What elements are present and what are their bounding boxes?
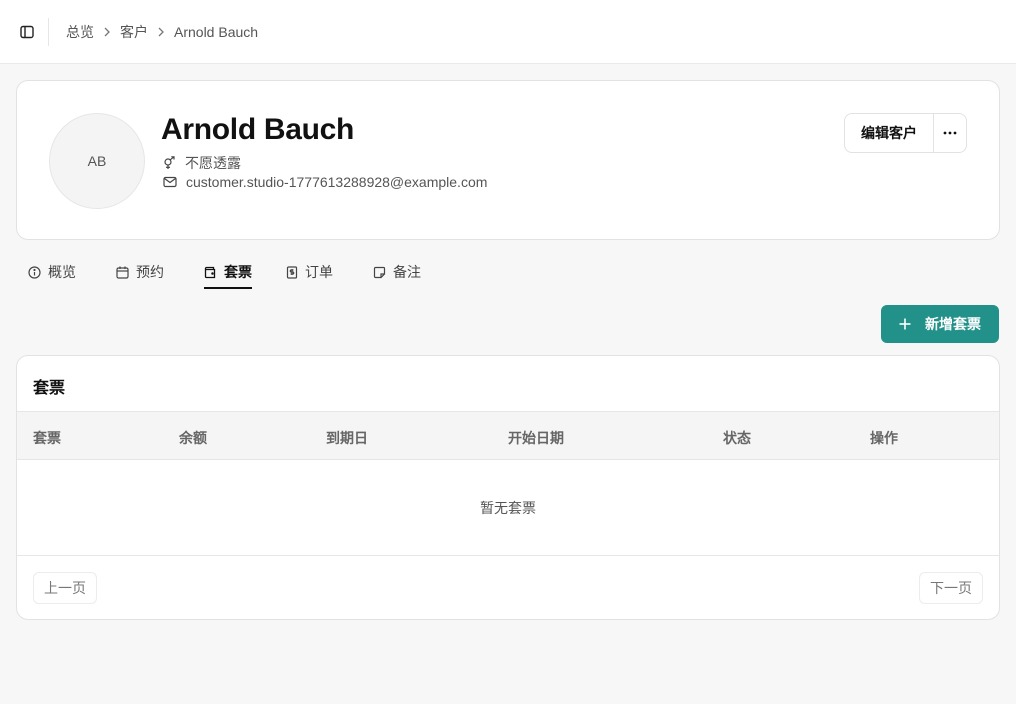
topbar-divider xyxy=(48,17,49,46)
gender-value: 不愿透露 xyxy=(185,155,241,171)
wallet-icon xyxy=(204,266,216,278)
email-row: customer.studio-1777613288928@example.co… xyxy=(163,174,487,190)
email-value: customer.studio-1777613288928@example.co… xyxy=(186,174,488,190)
empty-state: 暂无套票 xyxy=(17,460,999,556)
column-header-pass: 套票 xyxy=(33,430,61,446)
gender-row: 不愿透露 xyxy=(163,153,241,173)
tab-notes[interactable]: 备注 xyxy=(373,256,421,288)
info-icon xyxy=(28,265,41,279)
chevron-right-icon xyxy=(157,27,165,37)
sidebar-toggle-icon[interactable] xyxy=(16,21,38,43)
receipt-icon xyxy=(286,265,298,279)
tab-appointments-label: 预约 xyxy=(136,264,164,280)
gender-icon xyxy=(164,156,175,169)
calendar-icon xyxy=(116,266,129,279)
tab-orders[interactable]: 订单 xyxy=(286,256,333,288)
column-header-actions: 操作 xyxy=(870,430,898,446)
tab-overview[interactable]: 概览 xyxy=(28,256,76,288)
note-icon xyxy=(373,266,386,278)
column-header-status: 状态 xyxy=(723,430,751,446)
mail-icon xyxy=(163,176,177,188)
table-header: 套票 余额 到期日 开始日期 状态 操作 xyxy=(17,411,999,460)
prev-page-button[interactable]: 上一页 xyxy=(33,572,97,604)
top-bar: 总览 客户 Arnold Bauch xyxy=(0,0,1016,64)
breadcrumb-current: Arnold Bauch xyxy=(174,23,259,40)
chevron-right-icon xyxy=(103,27,111,37)
breadcrumb-customers[interactable]: 客户 xyxy=(120,22,148,42)
tab-appointments[interactable]: 预约 xyxy=(116,256,164,288)
tab-overview-label: 概览 xyxy=(48,264,76,280)
customer-name: Arnold Bauch xyxy=(161,113,355,146)
passes-table-card: 套票 套票 余额 到期日 开始日期 状态 操作 暂无套票 上一页 下一页 xyxy=(16,355,1000,620)
more-options-button[interactable] xyxy=(934,114,966,152)
breadcrumb: 总览 客户 Arnold Bauch xyxy=(66,22,258,42)
passes-table-title: 套票 xyxy=(33,380,66,397)
tab-orders-label: 订单 xyxy=(305,264,333,280)
customer-tabs: 概览 预约 套票 订单 备注 xyxy=(16,256,461,290)
edit-customer-button[interactable]: 编辑客户 xyxy=(845,114,934,152)
avatar: AB xyxy=(49,113,145,209)
next-page-button[interactable]: 下一页 xyxy=(919,572,983,604)
column-header-balance: 余额 xyxy=(179,430,207,446)
add-pass-button[interactable]: 新增套票 xyxy=(881,305,999,343)
column-header-start-date: 开始日期 xyxy=(508,430,564,446)
column-header-expiry: 到期日 xyxy=(326,430,368,446)
tab-notes-label: 备注 xyxy=(393,264,421,280)
breadcrumb-overview[interactable]: 总览 xyxy=(66,22,94,42)
tab-passes[interactable]: 套票 xyxy=(204,256,252,289)
add-pass-label: 新增套票 xyxy=(925,316,981,332)
more-horizontal-icon xyxy=(943,131,957,135)
plus-icon xyxy=(899,318,911,330)
tab-passes-label: 套票 xyxy=(224,264,252,280)
profile-actions: 编辑客户 xyxy=(844,113,967,153)
customer-profile-card: AB Arnold Bauch 不愿透露 customer.studio-177… xyxy=(16,80,1000,240)
